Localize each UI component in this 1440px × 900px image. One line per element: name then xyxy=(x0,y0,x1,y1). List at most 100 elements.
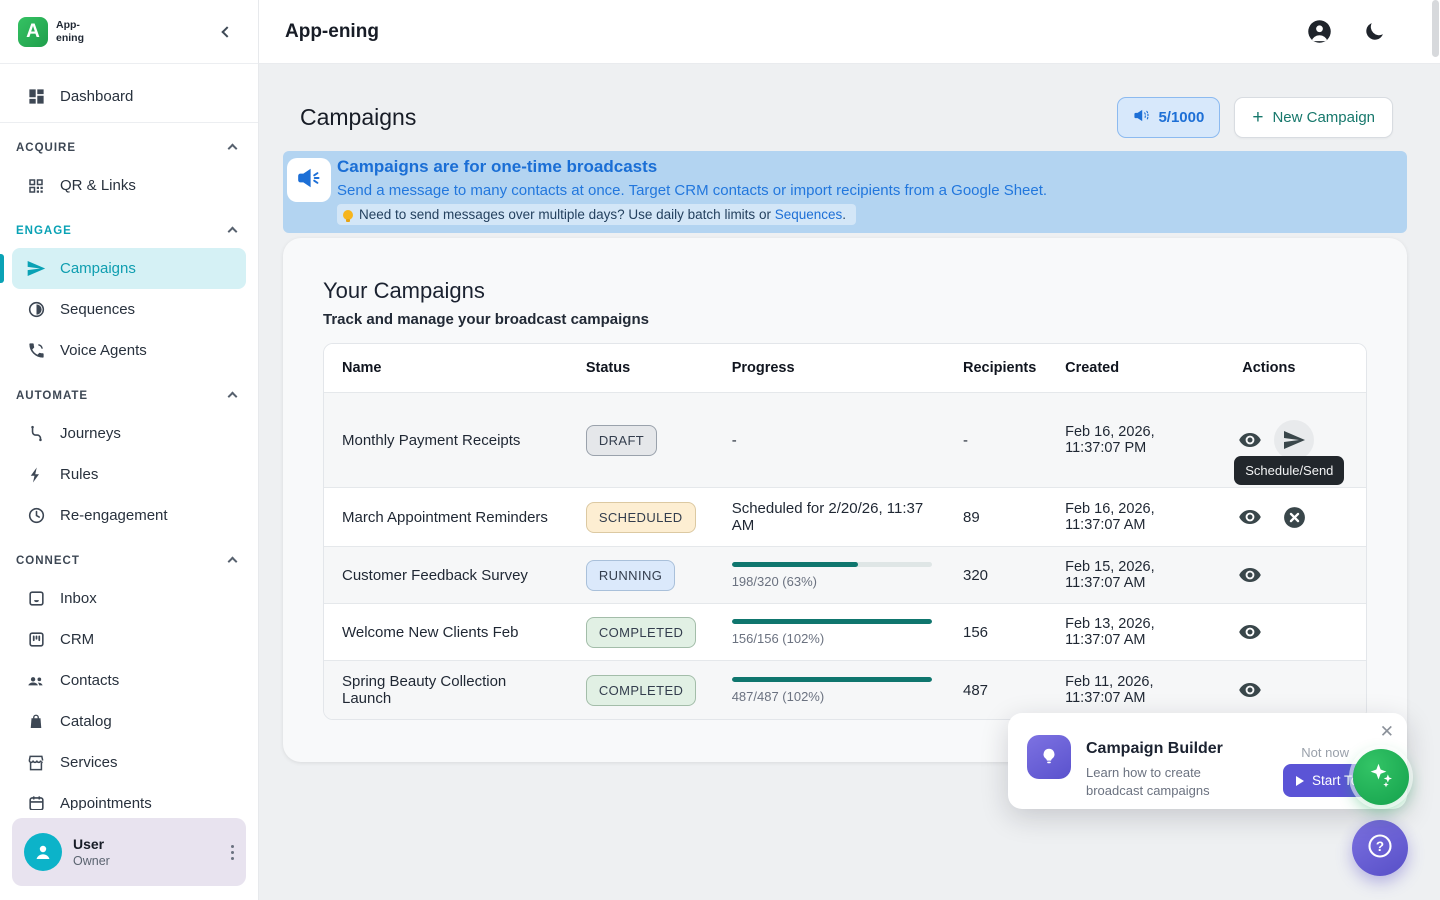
sidebar-item-dashboard[interactable]: Dashboard xyxy=(12,76,246,117)
new-campaign-button[interactable]: + New Campaign xyxy=(1234,97,1393,138)
sidebar-item-appointments[interactable]: Appointments xyxy=(12,783,246,810)
kanban-board-icon xyxy=(26,630,46,650)
card-title: Your Campaigns xyxy=(323,278,1367,304)
plus-icon: + xyxy=(1252,108,1263,127)
sidebar-item-journeys[interactable]: Journeys xyxy=(12,413,246,454)
user-avatar xyxy=(24,833,62,871)
view-button[interactable] xyxy=(1236,503,1264,531)
sidebar-item-label: Voice Agents xyxy=(60,342,147,359)
chevron-left-icon xyxy=(221,26,232,37)
campaigns-card: Your Campaigns Track and manage your bro… xyxy=(283,238,1407,762)
close-icon[interactable]: ✕ xyxy=(1380,722,1394,742)
view-button[interactable] xyxy=(1236,426,1264,454)
page-title: Campaigns xyxy=(300,104,416,131)
sidebar-collapse-button[interactable] xyxy=(214,19,240,45)
brand-name-top: App- xyxy=(56,19,84,31)
sidebar-item-label: QR & Links xyxy=(60,177,136,194)
sidebar-item-label: Catalog xyxy=(60,713,112,730)
active-indicator xyxy=(0,254,4,283)
popup-body: Learn how to create broadcast campaigns xyxy=(1086,764,1246,800)
banner-icon-box xyxy=(287,158,331,202)
sidebar-section-engage[interactable]: ENGAGE xyxy=(12,214,246,248)
megaphone-icon xyxy=(296,165,322,196)
page-header-actions: 5/1000 + New Campaign xyxy=(1117,97,1393,138)
route-icon xyxy=(26,424,46,444)
topbar: App-ening xyxy=(259,0,1440,64)
sidebar-item-label: Campaigns xyxy=(60,260,136,277)
dashboard-icon xyxy=(26,87,46,107)
section-label: AUTOMATE xyxy=(16,390,88,402)
user-meta: User Owner xyxy=(73,836,110,868)
campaign-created: Feb 13, 2026, 11:37:07 AM xyxy=(1047,604,1224,661)
campaign-progress: - xyxy=(714,393,945,488)
sidebar-nav: Dashboard ACQUIRE QR & Links ENGAGE xyxy=(0,64,258,810)
schedule-send-button[interactable] xyxy=(1274,420,1314,460)
column-header-progress: Progress xyxy=(714,344,945,393)
schedule-send-tooltip: Schedule/Send xyxy=(1234,456,1344,485)
sidebar-item-campaigns[interactable]: Campaigns xyxy=(12,248,246,289)
sidebar-item-qr-links[interactable]: QR & Links xyxy=(12,165,246,206)
sidebar-item-crm[interactable]: CRM xyxy=(12,619,246,660)
campaign-recipients: 487 xyxy=(945,661,1047,720)
sidebar-item-voice-agents[interactable]: Voice Agents xyxy=(12,330,246,371)
sidebar-section-acquire[interactable]: ACQUIRE xyxy=(12,131,246,165)
sidebar-item-sequences[interactable]: Sequences xyxy=(12,289,246,330)
section-label: ENGAGE xyxy=(16,225,72,237)
brand-name-bottom: ening xyxy=(56,32,84,44)
campaign-recipients: 320 xyxy=(945,547,1047,604)
popup-title: Campaign Builder xyxy=(1086,740,1223,758)
view-button[interactable] xyxy=(1236,561,1264,589)
play-icon xyxy=(1296,776,1304,786)
sequences-link[interactable]: Sequences xyxy=(775,207,843,222)
progress-bar xyxy=(732,677,932,682)
campaign-quota-badge[interactable]: 5/1000 xyxy=(1117,97,1220,138)
table-row: Welcome New Clients Feb COMPLETED 156/15… xyxy=(324,604,1366,661)
sidebar-item-inbox[interactable]: Inbox xyxy=(12,578,246,619)
sidebar-item-catalog[interactable]: Catalog xyxy=(12,701,246,742)
not-now-button[interactable]: Not now xyxy=(1301,745,1349,760)
sparkles-icon xyxy=(1366,760,1396,795)
brand-name: App- ening xyxy=(56,19,84,43)
sidebar-item-label: Sequences xyxy=(60,301,135,318)
help-fab[interactable]: ? xyxy=(1352,820,1408,876)
lightning-bolt-icon xyxy=(26,465,46,485)
status-badge: COMPLETED xyxy=(586,617,697,648)
question-mark-icon: ? xyxy=(1366,832,1394,865)
sidebar-item-contacts[interactable]: Contacts xyxy=(12,660,246,701)
sidebar-section-connect[interactable]: CONNECT xyxy=(12,544,246,578)
sidebar-item-re-engagement[interactable]: Re-engagement xyxy=(12,495,246,536)
campaign-name: Monthly Payment Receipts xyxy=(324,393,568,488)
divider xyxy=(0,122,258,123)
progress-bar-fill xyxy=(732,619,932,624)
sidebar: A App- ening Dashboard ACQUIRE xyxy=(0,0,259,900)
column-header-status: Status xyxy=(568,344,714,393)
view-button[interactable] xyxy=(1236,676,1264,704)
progress-text: 156/156 (102%) xyxy=(732,631,927,646)
table-row: Spring Beauty Collection Launch COMPLETE… xyxy=(324,661,1366,720)
user-card[interactable]: User Owner xyxy=(12,818,246,886)
cancel-button[interactable] xyxy=(1280,503,1308,531)
sidebar-section-automate[interactable]: AUTOMATE xyxy=(12,379,246,413)
campaign-created: Feb 16, 2026, 11:37:07 AM xyxy=(1047,488,1224,547)
scrollbar[interactable] xyxy=(1431,0,1440,900)
account-icon[interactable] xyxy=(1306,18,1333,45)
progress-text: 487/487 (102%) xyxy=(732,689,927,704)
view-button[interactable] xyxy=(1236,618,1264,646)
banner-tip-text: Need to send messages over multiple days… xyxy=(359,207,846,222)
campaign-recipients: 89 xyxy=(945,488,1047,547)
scrollbar-thumb[interactable] xyxy=(1432,0,1439,57)
user-menu-button[interactable] xyxy=(231,842,234,863)
chevron-up-icon xyxy=(228,143,238,153)
section-label: CONNECT xyxy=(16,555,80,567)
campaign-name: Spring Beauty Collection Launch xyxy=(324,661,568,720)
user-name: User xyxy=(73,836,110,852)
sidebar-item-rules[interactable]: Rules xyxy=(12,454,246,495)
campaign-progress: Scheduled for 2/20/26, 11:37 AM xyxy=(714,488,945,547)
column-header-name: Name xyxy=(324,344,568,393)
assistant-fab[interactable] xyxy=(1353,749,1409,805)
send-icon xyxy=(26,259,46,279)
dark-mode-moon-icon[interactable] xyxy=(1363,20,1386,43)
campaign-name: Customer Feedback Survey xyxy=(324,547,568,604)
sidebar-item-services[interactable]: Services xyxy=(12,742,246,783)
calendar-icon xyxy=(26,794,46,811)
